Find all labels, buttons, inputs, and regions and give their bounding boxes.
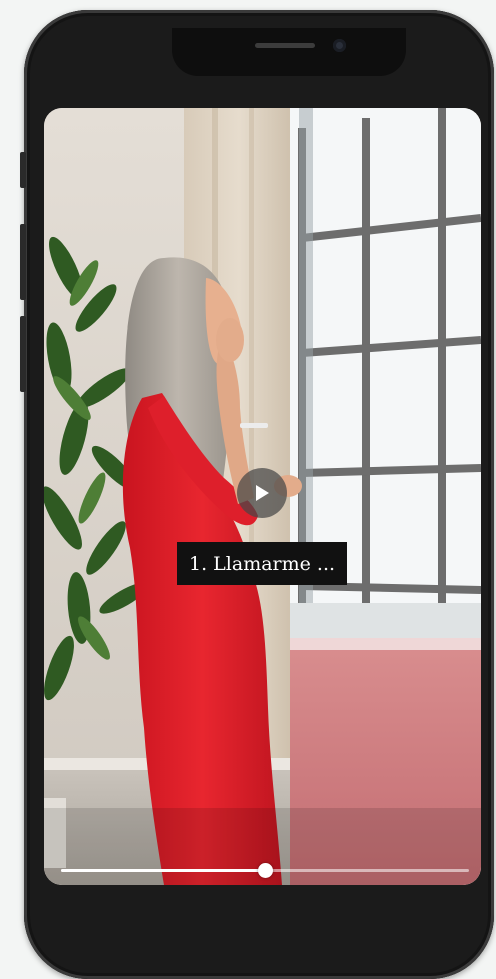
video-scrubber-handle[interactable] <box>258 863 273 878</box>
video-player[interactable]: 1. Llamarme ... <box>44 108 481 885</box>
speaker-grille <box>255 43 315 48</box>
phone-notch <box>172 28 406 76</box>
play-icon <box>256 485 269 501</box>
silent-switch <box>20 152 26 188</box>
video-progress-bar[interactable] <box>61 863 469 878</box>
volume-down-button <box>20 316 26 392</box>
play-button[interactable] <box>237 468 287 518</box>
volume-up-button <box>20 224 26 300</box>
video-progress-fill <box>61 869 265 872</box>
front-camera <box>333 39 346 52</box>
video-caption: 1. Llamarme ... <box>177 542 348 585</box>
